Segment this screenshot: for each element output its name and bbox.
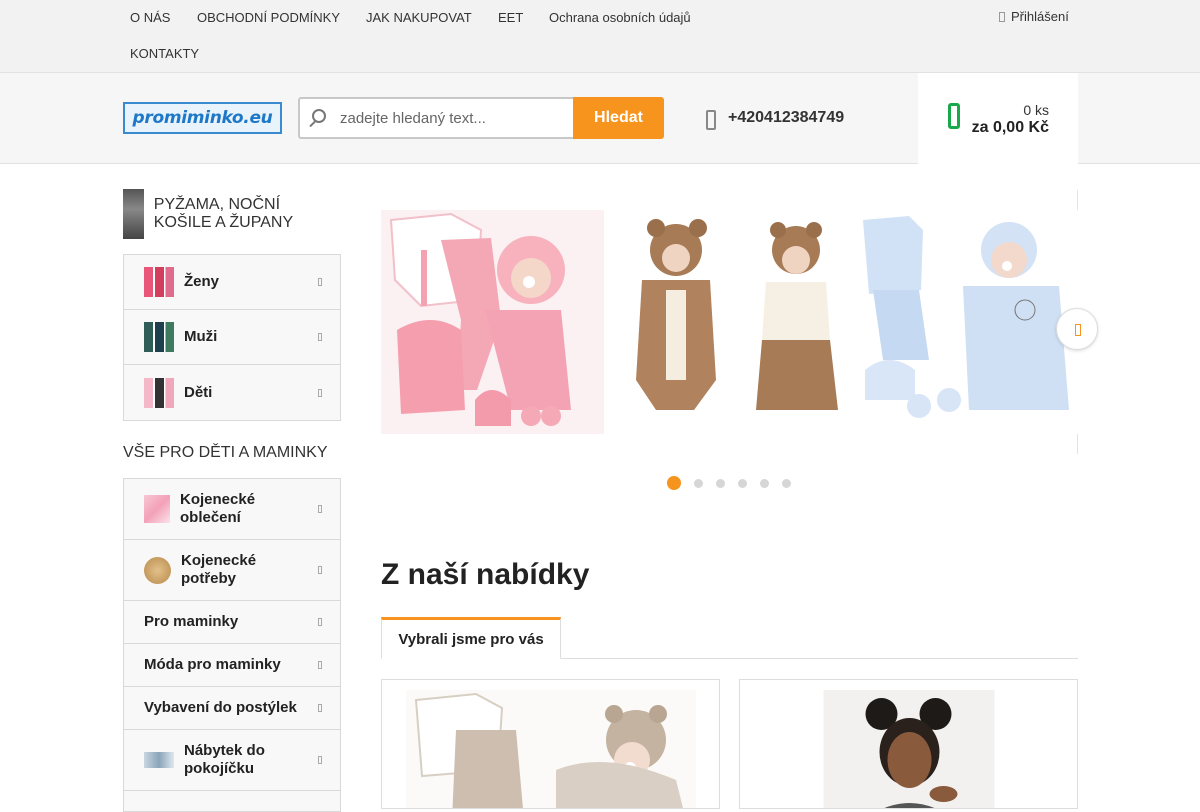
cart-total: za 0,00 Kč xyxy=(971,119,1049,136)
kojenecke-obleceni-thumbnail xyxy=(144,495,170,523)
sidebar-menu-deti-maminky: Kojenecké oblečení Kojenecké potřeby Pro… xyxy=(123,478,341,812)
sidebar-item-label: Vybavení do postýlek xyxy=(144,699,297,716)
sidebar-item-label: Kojenecké potřeby xyxy=(181,552,257,587)
sidebar-item-label: Děti xyxy=(184,383,213,401)
slider-dot-4[interactable] xyxy=(738,478,747,488)
category-header-pyzama[interactable]: PYŽAMA, NOČNÍ KOŠILE A ŽUPANY xyxy=(123,189,341,239)
chevron-right-icon xyxy=(318,704,322,712)
kojenecke-potreby-thumbnail xyxy=(144,556,171,584)
sidebar-item-label: Nábytek do pokojíčku xyxy=(184,742,265,777)
sidebar-item-kojenecke-obleceni[interactable]: Kojenecké oblečení xyxy=(124,479,340,540)
slider-dot-2[interactable] xyxy=(694,478,703,488)
product-image-woman-pajama xyxy=(823,690,994,808)
slider-dot-3[interactable] xyxy=(716,478,725,488)
nabytek-thumbnail xyxy=(144,752,174,768)
user-icon xyxy=(999,12,1005,22)
chevron-right-icon xyxy=(318,388,322,397)
category-title: PYŽAMA, NOČNÍ KOŠILE A ŽUPANY xyxy=(153,196,294,231)
sidebar-item-label: Pro maminky xyxy=(144,613,239,630)
chevron-right-icon xyxy=(318,661,322,669)
cart-quantity: 0 ks xyxy=(1023,102,1049,118)
slider-dot-1[interactable] xyxy=(667,476,681,490)
nav-link-jak-nakupovat[interactable]: JAK NAKUPOVAT xyxy=(366,10,472,25)
sidebar-item-kojenecke-potreby[interactable]: Kojenecké potřeby xyxy=(124,540,340,601)
sidebar-item-more[interactable] xyxy=(124,791,340,811)
sidebar-item-moda-pro-maminky[interactable]: Móda pro maminky xyxy=(124,644,340,687)
slider-next-button[interactable] xyxy=(1056,308,1098,350)
sidebar-menu-pyzama: Ženy Muži Děti xyxy=(123,254,341,421)
nav-link-obchodni-podminky[interactable]: OBCHODNÍ PODMÍNKY xyxy=(197,10,340,25)
sidebar-item-label: Móda pro maminky xyxy=(144,656,281,673)
offers-heading: Z naší nabídky xyxy=(381,558,590,591)
chevron-right-icon xyxy=(318,618,322,626)
section-title: VŠE PRO DĚTI A MAMINKY xyxy=(123,444,328,461)
chevron-right-icon xyxy=(318,278,322,286)
search-button[interactable]: Hledat xyxy=(573,97,664,139)
slider-dot-6[interactable] xyxy=(782,478,791,488)
product-slider xyxy=(381,190,1078,454)
zeny-thumbnail xyxy=(144,267,174,297)
search-input[interactable] xyxy=(340,107,568,129)
sidebar-item-label: Muži xyxy=(184,328,218,345)
top-bar: O NÁS OBCHODNÍ PODMÍNKY JAK NAKUPOVAT EE… xyxy=(0,0,1200,73)
login-label: Přihlášení xyxy=(1011,9,1069,24)
chevron-right-icon xyxy=(318,333,322,341)
sidebar-item-muzi[interactable]: Muži xyxy=(124,310,340,365)
sidebar-item-pro-maminky[interactable]: Pro maminky xyxy=(124,601,340,644)
search-icon xyxy=(312,109,326,123)
nav-link-eet[interactable]: EET xyxy=(498,10,523,25)
slide-image-blue-set xyxy=(859,210,1078,434)
sidebar-item-label: Kojenecké oblečení xyxy=(180,491,256,526)
phone-icon xyxy=(706,110,716,130)
login-link[interactable]: Přihlášení xyxy=(999,9,1069,24)
nav-link-ochrana-udaju[interactable]: Ochrana osobních údajů xyxy=(549,10,691,25)
deti-thumbnail xyxy=(144,377,174,408)
sidebar-item-vybaveni-do-postylek[interactable]: Vybavení do postýlek xyxy=(124,687,340,730)
tab-vybrali-jsme[interactable]: Vybrali jsme pro vás xyxy=(381,617,561,659)
phone-number[interactable]: +420412384749 xyxy=(728,109,844,127)
muzi-thumbnail xyxy=(144,322,174,352)
logo-text: promiminko.eu xyxy=(132,108,273,128)
site-logo[interactable]: promiminko.eu xyxy=(123,102,282,134)
sidebar-item-label: Ženy xyxy=(184,273,220,290)
product-image-beige-set xyxy=(405,690,696,808)
sidebar-item-zeny[interactable]: Ženy xyxy=(124,255,340,310)
chevron-right-icon xyxy=(318,756,322,764)
slide-image-pink-set xyxy=(381,210,604,434)
sidebar-item-deti[interactable]: Děti xyxy=(124,365,340,420)
slider-dot-5[interactable] xyxy=(760,478,769,488)
chevron-right-icon xyxy=(318,505,322,513)
nav-link-o-nas[interactable]: O NÁS xyxy=(130,10,170,25)
header: promiminko.eu Hledat +420412384749 0 ks … xyxy=(0,73,1200,164)
category-thumbnail xyxy=(123,189,144,239)
cart-icon xyxy=(948,103,960,129)
product-card[interactable] xyxy=(381,679,720,809)
sidebar-item-nabytek-do-pokojicku[interactable]: Nábytek do pokojíčku xyxy=(124,730,340,791)
product-card[interactable] xyxy=(739,679,1078,809)
search-box xyxy=(298,97,574,139)
slider-dots xyxy=(667,476,791,490)
nav-link-kontakty[interactable]: KONTAKTY xyxy=(130,46,199,61)
chevron-right-icon xyxy=(318,566,322,574)
slide-image-brown-set xyxy=(606,210,858,434)
cart-widget[interactable]: 0 ks za 0,00 Kč xyxy=(918,73,1078,164)
